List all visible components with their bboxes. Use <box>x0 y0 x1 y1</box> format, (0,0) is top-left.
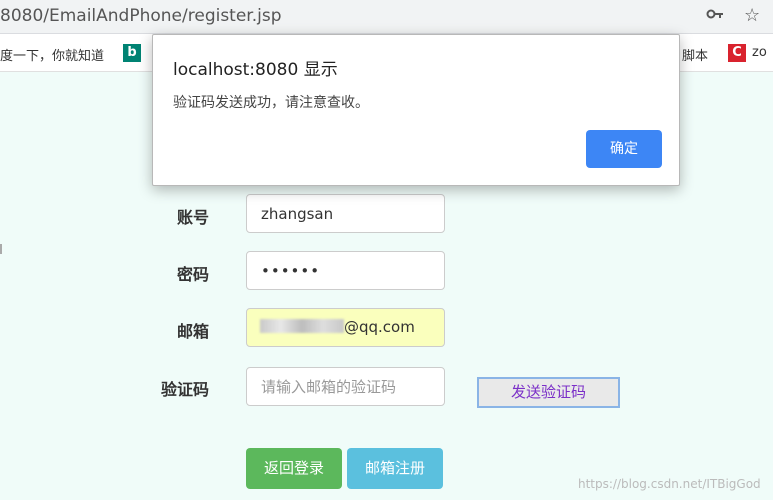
account-label: 账号 <box>177 208 210 227</box>
back-login-button[interactable]: 返回登录 <box>246 448 342 489</box>
password-label: 密码 <box>177 265 210 284</box>
dialog-ok-button[interactable]: 确定 <box>586 130 662 168</box>
email-value: @qq.com <box>260 318 415 336</box>
key-icon[interactable] <box>706 5 724 28</box>
address-bar[interactable]: 8080/EmailAndPhone/register.jsp ☆ <box>0 0 773 34</box>
email-label: 邮箱 <box>177 322 210 341</box>
code-label: 验证码 <box>161 380 210 399</box>
bookmark-jiaoben[interactable]: 脚本 <box>682 45 708 64</box>
bing-icon[interactable]: b <box>123 44 141 62</box>
email-redacted <box>260 319 344 333</box>
star-icon[interactable]: ☆ <box>744 5 760 26</box>
password-input[interactable] <box>246 251 445 290</box>
code-input[interactable] <box>246 367 445 406</box>
bookmark-csdn[interactable]: zo <box>752 45 767 60</box>
dialog-title: localhost:8080 显示 <box>173 60 338 80</box>
email-register-button[interactable]: 邮箱注册 <box>347 448 443 489</box>
url-text[interactable]: 8080/EmailAndPhone/register.jsp <box>0 6 282 26</box>
send-code-button[interactable]: 发送验证码 <box>477 377 620 408</box>
left-edge-mark <box>0 244 2 254</box>
key-icon-svg <box>706 9 723 19</box>
bookmark-baidu[interactable]: 度一下，你就知道 <box>0 45 104 64</box>
watermark-text: https://blog.csdn.net/ITBigGod <box>578 477 761 491</box>
csdn-c-icon[interactable]: C <box>728 44 746 62</box>
email-suffix: @qq.com <box>344 318 415 336</box>
account-input[interactable] <box>246 194 445 233</box>
dialog-message: 验证码发送成功，请注意查收。 <box>173 95 369 111</box>
alert-dialog: localhost:8080 显示 验证码发送成功，请注意查收。 确定 <box>152 34 680 186</box>
